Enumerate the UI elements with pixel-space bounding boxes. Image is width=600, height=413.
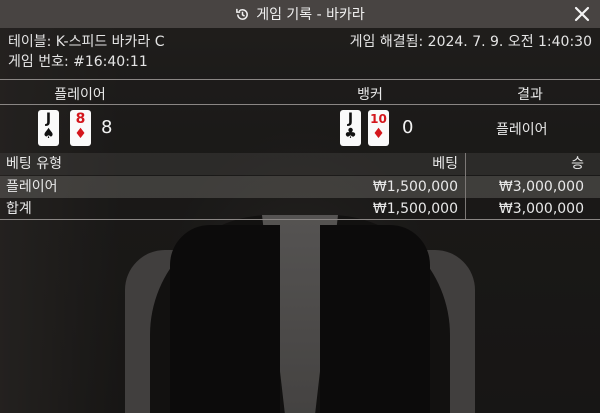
divider-mid	[0, 104, 600, 105]
win-amount-header: 승	[571, 156, 584, 172]
table-row: 플레이어 ₩1,500,000 ₩3,000,000	[0, 176, 600, 198]
result-row: J ♠ 8 ♦ 8 J ♣ 10 ♦ 0 플레이어	[0, 107, 600, 149]
dialog-title: 게임 기록 - 바카라	[256, 7, 365, 23]
player-score: 8	[101, 117, 113, 138]
banker-score: 0	[402, 117, 414, 138]
card-rank: 10	[370, 112, 387, 126]
dialog-header: 게임 기록 - 바카라	[0, 0, 600, 28]
player-card-1: J ♠	[38, 110, 59, 146]
table-row-total: 합계 ₩1,500,000 ₩3,000,000	[0, 198, 600, 220]
bet-type: 플레이어	[6, 179, 58, 195]
spade-icon: ♠	[42, 126, 55, 142]
card-rank: J	[45, 111, 52, 127]
player-card-2: 8 ♦	[70, 110, 91, 146]
close-button[interactable]	[572, 4, 592, 24]
table-label: 테이블: K-스피드 바카라 C	[8, 34, 165, 50]
column-divider	[465, 153, 466, 219]
bet-type: 합계	[6, 201, 32, 217]
player-header: 플레이어	[54, 87, 106, 103]
game-number: 게임 번호: #16:40:11	[8, 54, 148, 70]
win-amount: ₩3,000,000	[498, 201, 584, 217]
banker-card-1: J ♣	[340, 110, 361, 146]
club-icon: ♣	[344, 126, 357, 142]
game-info-right: 게임 해결됨: 2024. 7. 9. 오전 1:40:30	[350, 32, 592, 52]
card-rank: J	[347, 111, 354, 127]
card-rank: 8	[75, 111, 86, 127]
divider-top	[0, 79, 600, 80]
settled-time: 게임 해결됨: 2024. 7. 9. 오전 1:40:30	[349, 34, 592, 50]
banker-card-2: 10 ♦	[368, 110, 389, 146]
outcome-value: 플레이어	[496, 122, 548, 138]
result-header: 플레이어 뱅커 결과	[0, 84, 600, 104]
bet-amount: ₩1,500,000	[372, 179, 458, 195]
dialog-title-wrap: 게임 기록 - 바카라	[235, 4, 365, 24]
game-info-left: 테이블: K-스피드 바카라 C 게임 번호: #16:40:11	[8, 32, 165, 72]
banker-header: 뱅커	[357, 87, 383, 103]
diamond-icon: ♦	[74, 126, 87, 142]
bet-amount-header: 베팅	[432, 156, 458, 172]
bet-type-header: 베팅 유형	[6, 156, 62, 172]
win-amount: ₩3,000,000	[498, 179, 584, 195]
bet-amount: ₩1,500,000	[372, 201, 458, 217]
close-icon	[574, 6, 590, 22]
history-icon	[235, 7, 250, 22]
outcome-header: 결과	[517, 87, 543, 103]
divider-bottom	[0, 219, 600, 220]
bets-header-row: 베팅 유형 베팅 승	[0, 153, 600, 175]
diamond-icon: ♦	[372, 126, 385, 142]
